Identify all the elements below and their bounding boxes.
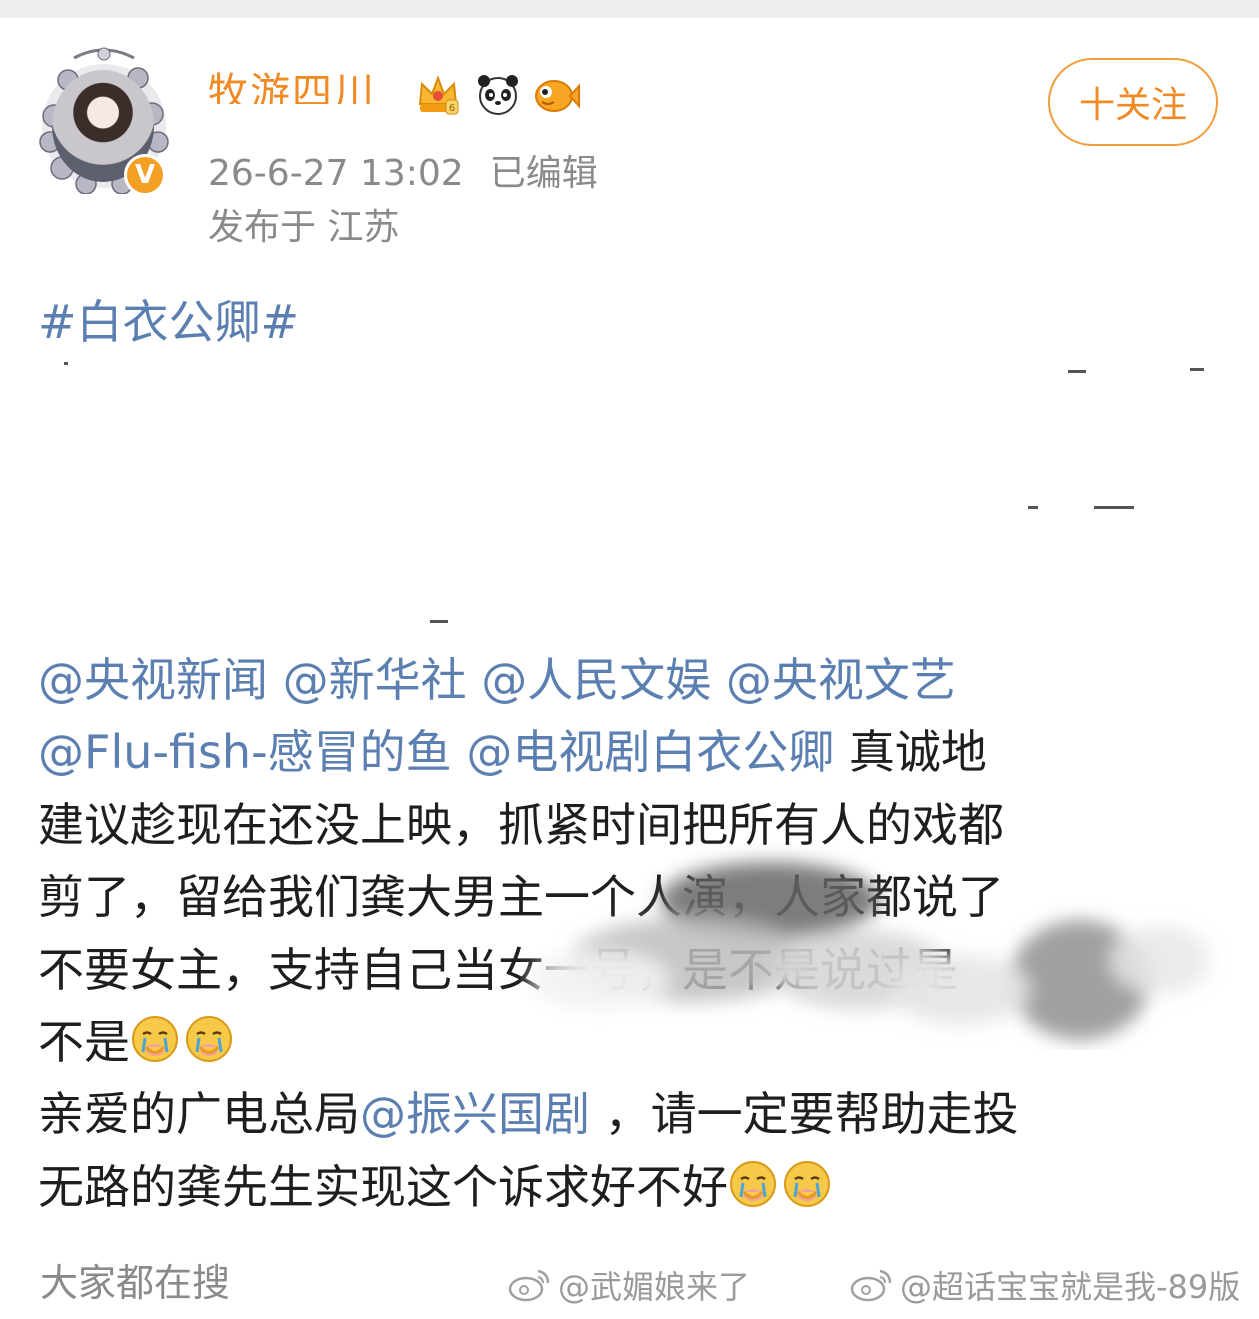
mention-zhenxing-guoju[interactable]: @振兴国剧	[360, 1087, 590, 1141]
weibo-logo-icon	[850, 1269, 892, 1302]
panda-badge-icon[interactable]	[474, 70, 522, 118]
watermark-2: @超话宝宝就是我-89版	[850, 1262, 1240, 1308]
top-strip	[0, 0, 1259, 18]
body-text: 真诚地	[834, 725, 987, 780]
body-text: 不是	[38, 1014, 130, 1069]
mention-cctv-arts[interactable]: @央视文艺	[726, 653, 956, 707]
body-text: ，请一定要帮助走投	[590, 1087, 1019, 1142]
post-location: 发布于 江苏	[208, 207, 400, 248]
body-line-5: 不要女主，支持自己当女一号，是不是说过是	[38, 942, 958, 997]
username[interactable]: 牧游四川	[208, 62, 376, 104]
body-line-6: 不是	[38, 1006, 1228, 1078]
redacted-area	[0, 350, 1259, 650]
watermark-2-text: @超话宝宝就是我-89版	[900, 1268, 1241, 1306]
crying-face-emoji-icon	[186, 1015, 232, 1062]
crying-face-emoji-icon	[784, 1160, 830, 1207]
verified-badge-icon: V	[124, 154, 166, 196]
mention-people-ent[interactable]: @人民文娱	[481, 653, 711, 707]
body-line-2: @Flu-fish-感冒的鱼 @电视剧白衣公卿 真诚地	[38, 716, 1228, 788]
post-body: @央视新闻 @新华社 @人民文娱 @央视文艺 @Flu-fish-感冒的鱼 @电…	[38, 644, 1228, 1223]
trending-search-label[interactable]: 大家都在搜	[40, 1252, 230, 1307]
body-line-8: 无路的龚先生实现这个诉求好不好	[38, 1151, 1228, 1223]
mention-flu-fish[interactable]: @Flu-fish-感冒的鱼	[38, 725, 452, 779]
body-line-7: 亲爱的广电总局@振兴国剧 ，请一定要帮助走投	[38, 1078, 1228, 1150]
watermark-1-text: @武媚娘来了	[558, 1268, 751, 1306]
post-timestamp: 26-6-27 13:02	[208, 153, 464, 194]
speck	[430, 620, 448, 623]
crown-badge-icon[interactable]: 6	[414, 70, 462, 118]
crying-face-emoji-icon	[730, 1160, 776, 1207]
weibo-logo-icon	[508, 1269, 550, 1302]
follow-button[interactable]: 十关注	[1048, 58, 1218, 146]
body-text: 无路的龚先生实现这个诉求好不好	[38, 1159, 728, 1214]
weibo-post-screen: V 牧游四川 6 十关注 26-6-27 13:02 已编辑 发布于 江苏 #白衣…	[0, 0, 1259, 1319]
crying-face-emoji-icon	[132, 1015, 178, 1062]
speck	[1028, 506, 1038, 509]
edited-label[interactable]: 已编辑	[490, 153, 598, 194]
post-meta: 26-6-27 13:02 已编辑	[208, 144, 598, 196]
watermark-1: @武媚娘来了	[508, 1262, 750, 1308]
svg-text:6: 6	[449, 103, 455, 114]
body-text: 亲爱的广电总局	[38, 1087, 360, 1142]
speck	[64, 362, 68, 365]
speck	[1094, 506, 1134, 509]
body-line-3: 建议趁现在还没上映，抓紧时间把所有人的戏都	[38, 797, 1004, 852]
topic-hashtag[interactable]: #白衣公卿#	[38, 286, 299, 352]
speck	[1068, 370, 1086, 373]
fish-badge-icon[interactable]	[532, 70, 580, 118]
mention-cctv-news[interactable]: @央视新闻	[38, 653, 268, 707]
body-line-4: 剪了，留给我们龚大男主一个人演，人家都说了	[38, 870, 1004, 925]
speck	[1190, 368, 1204, 371]
mention-drama-account[interactable]: @电视剧白衣公卿	[466, 725, 834, 779]
body-line-1: @央视新闻 @新华社 @人民文娱 @央视文艺	[38, 644, 1228, 716]
mention-xinhua[interactable]: @新华社	[283, 653, 467, 707]
